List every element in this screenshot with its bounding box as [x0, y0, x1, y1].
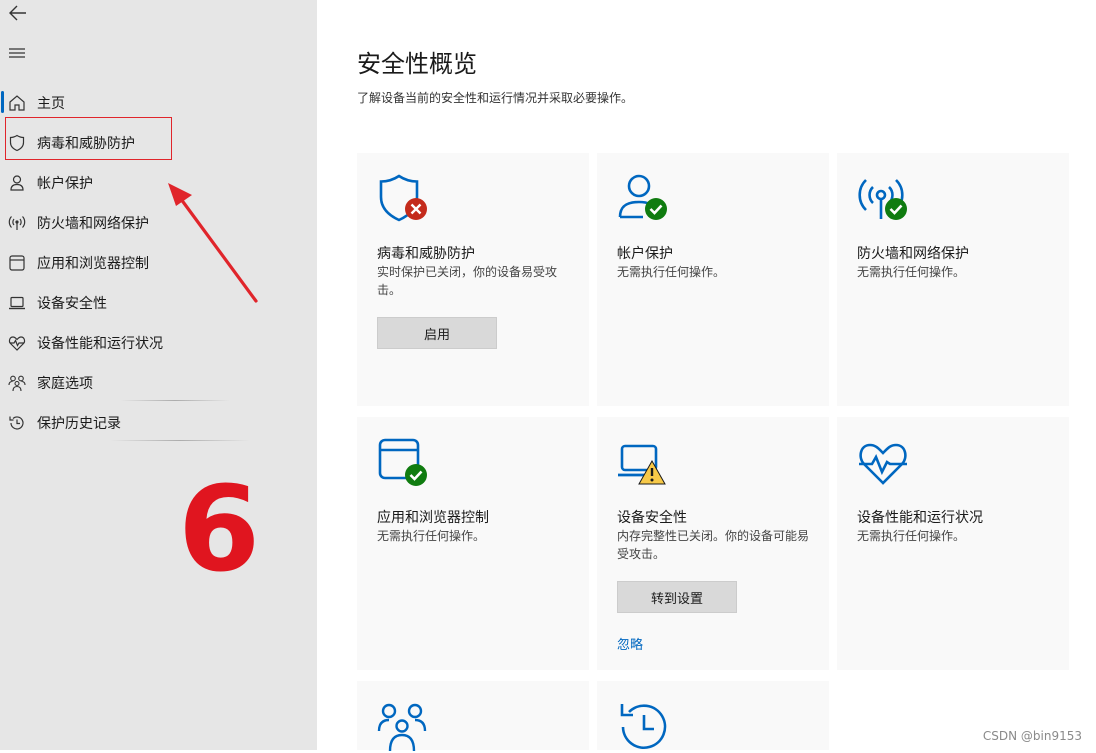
sidebar-item-protection-history[interactable]: 保护历史记录 [0, 402, 317, 442]
page-title: 安全性概览 [357, 50, 477, 78]
card-app-browser-control[interactable]: 应用和浏览器控制 无需执行任何操作。 [357, 417, 589, 670]
history-icon [620, 704, 667, 749]
person-icon [618, 174, 667, 220]
card-description: 无需执行任何操作。 [617, 265, 726, 279]
shield-icon [379, 174, 427, 222]
sidebar-item-label: 应用和浏览器控制 [37, 256, 149, 272]
sidebar-item-device-health[interactable]: 设备性能和运行状况 [0, 322, 317, 362]
hamburger-menu-icon[interactable] [8, 45, 26, 61]
card-virus-protection[interactable]: 病毒和威胁防护 实时保护已关闭，你的设备易受攻击。 启用 [357, 153, 589, 406]
card-description: 内存完整性已关闭。你的设备可能易受攻击。 [617, 529, 810, 561]
heart-pulse-icon [859, 443, 907, 485]
card-device-security[interactable]: 设备安全性 内存完整性已关闭。你的设备可能易受攻击。 转到设置 忽略 [597, 417, 829, 670]
card-account-protection[interactable]: 帐户保护 无需执行任何操作。 [597, 153, 829, 406]
card-title: 病毒和威胁防护 [377, 246, 475, 262]
home-icon [9, 95, 25, 111]
watermark: CSDN @bin9153 [982, 729, 1082, 743]
sidebar-item-label: 设备安全性 [37, 296, 107, 312]
sidebar-item-family-options[interactable]: 家庭选项 [0, 362, 317, 402]
heart-pulse-icon [8, 336, 26, 351]
card-description: 无需执行任何操作。 [857, 529, 966, 543]
annotation-arrow [168, 183, 258, 303]
history-icon [9, 416, 24, 430]
back-arrow-icon[interactable] [8, 4, 28, 22]
card-title: 帐户保护 [617, 246, 673, 262]
dismiss-link[interactable]: 忽略 [617, 634, 643, 653]
divider [110, 440, 250, 441]
card-protection-history[interactable] [597, 681, 829, 750]
card-title: 设备安全性 [617, 510, 687, 526]
sidebar: 主页 病毒和威胁防护 帐户保护 防火墙和网络保护 应用和浏览器控制 设备安全性 … [0, 0, 317, 750]
sidebar-item-label: 主页 [37, 96, 65, 112]
family-icon [8, 375, 26, 392]
wifi-antenna-icon [8, 216, 26, 230]
app-window-icon [378, 438, 427, 486]
card-title: 应用和浏览器控制 [377, 510, 489, 526]
go-to-settings-button[interactable]: 转到设置 [617, 581, 737, 613]
sidebar-item-label: 家庭选项 [37, 376, 93, 392]
card-description: 无需执行任何操作。 [377, 529, 486, 543]
divider [120, 400, 230, 401]
laptop-icon [618, 444, 666, 485]
card-description: 无需执行任何操作。 [857, 265, 966, 279]
annotation-number: 6 [178, 460, 261, 598]
annotation-highlight-box [5, 117, 172, 160]
card-title: 防火墙和网络保护 [857, 246, 969, 262]
sidebar-item-label: 帐户保护 [37, 176, 93, 192]
card-firewall[interactable]: 防火墙和网络保护 无需执行任何操作。 [837, 153, 1069, 406]
sidebar-item-label: 保护历史记录 [37, 416, 121, 432]
card-family-options[interactable] [357, 681, 589, 752]
card-title: 设备性能和运行状况 [857, 510, 983, 526]
laptop-icon [9, 296, 25, 310]
enable-button[interactable]: 启用 [377, 317, 497, 349]
sidebar-item-home[interactable]: 主页 [0, 82, 317, 122]
wifi-antenna-icon [858, 179, 907, 220]
family-icon [377, 703, 427, 752]
card-device-health[interactable]: 设备性能和运行状况 无需执行任何操作。 [837, 417, 1069, 670]
person-icon [10, 175, 24, 191]
page-subtitle: 了解设备当前的安全性和运行情况并采取必要操作。 [357, 91, 634, 105]
sidebar-item-label: 设备性能和运行状况 [37, 336, 163, 352]
card-description: 实时保护已关闭，你的设备易受攻击。 [377, 265, 558, 297]
sidebar-item-label: 防火墙和网络保护 [37, 216, 149, 232]
app-window-icon [9, 255, 25, 271]
